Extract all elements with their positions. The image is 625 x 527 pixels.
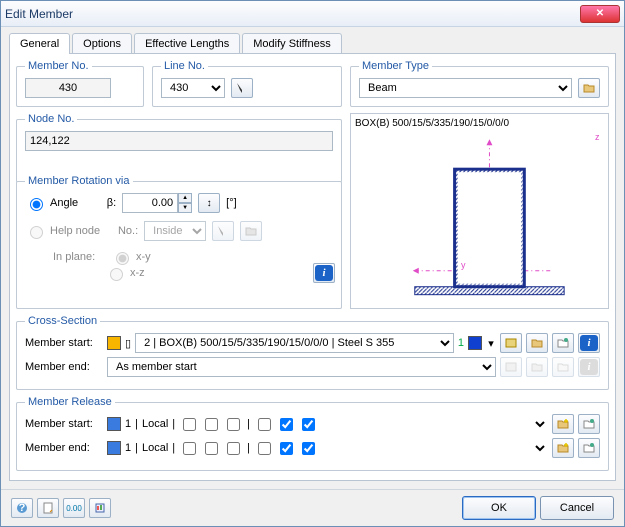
rel-start-local: Local <box>142 418 168 430</box>
group-member-type: Member Type Beam <box>350 60 609 107</box>
rel-start-select[interactable] <box>322 414 548 434</box>
beta-input[interactable] <box>122 193 178 213</box>
node-no-input[interactable] <box>25 131 333 151</box>
tab-strip: General Options Effective Lengths Modify… <box>1 27 624 54</box>
member-type-folder-button[interactable] <box>578 78 600 98</box>
rel-end-label: Member end: <box>25 442 103 454</box>
report-button[interactable] <box>89 498 111 518</box>
rel-end-checks-a <box>179 439 243 458</box>
rel-end-checks-b <box>254 439 318 458</box>
ok-button[interactable]: OK <box>462 496 536 520</box>
cross-section-preview: BOX(B) 500/15/5/335/190/15/0/0/0 z y <box>350 113 609 309</box>
beta-spin-up[interactable]: ▲ <box>178 193 192 203</box>
cs-end-info-button: i <box>578 357 600 377</box>
legend-rotation: Member Rotation via <box>25 175 133 187</box>
legend-line-no: Line No. <box>161 60 208 72</box>
rel-start-checks-a <box>179 415 243 434</box>
units-button[interactable]: 0.00 <box>63 498 85 518</box>
rel-start-label: Member start: <box>25 418 103 430</box>
cs-end-label: Member end: <box>25 361 103 373</box>
rel-start-edit-button[interactable] <box>578 414 600 434</box>
group-member-no: Member No. <box>16 60 144 107</box>
titlebar: Edit Member ✕ <box>1 1 624 27</box>
notes-button[interactable] <box>37 498 59 518</box>
tab-options[interactable]: Options <box>72 33 132 54</box>
cs-start-info-button[interactable]: i <box>578 333 600 353</box>
member-type-select[interactable]: Beam <box>359 78 572 98</box>
cs-start-library-button[interactable] <box>500 333 522 353</box>
cs-start-folder-button[interactable] <box>526 333 548 353</box>
group-member-rotation: Member Rotation via Angle β: ▲▼ ↕ [°] He… <box>16 175 342 309</box>
rotation-info-button[interactable]: i <box>313 263 335 283</box>
member-no-input[interactable] <box>25 78 111 98</box>
rel-end-edit-button[interactable] <box>578 438 600 458</box>
cs-start-shape-icon: ▯ <box>125 337 131 350</box>
cs-end-select[interactable]: As member start <box>107 357 496 377</box>
legend-release: Member Release <box>25 396 115 408</box>
info-icon: i <box>580 359 598 375</box>
pick-help-node-button <box>212 221 234 241</box>
cs-start-select[interactable]: 2 | BOX(B) 500/15/5/335/190/15/0/0/0 | S… <box>135 333 454 353</box>
help-node-radio[interactable]: Help node <box>25 223 100 239</box>
cs-start-color-swatch <box>107 336 121 350</box>
dropdown-icon[interactable]: ▾ <box>486 337 496 350</box>
plane-xy-radio: x-y <box>111 249 151 265</box>
tab-effective-lengths[interactable]: Effective Lengths <box>134 33 240 54</box>
tab-general[interactable]: General <box>9 33 70 54</box>
plane-xz-radio: x-z <box>105 265 145 281</box>
rel-end-swatch <box>107 441 121 455</box>
beta-unit: [°] <box>226 197 237 209</box>
cs-end-folder-button <box>526 357 548 377</box>
in-plane-label: In plane: <box>53 251 105 263</box>
group-member-release: Member Release Member start: 1 |Local| |… <box>16 396 609 471</box>
tab-modify-stiffness[interactable]: Modify Stiffness <box>242 33 341 54</box>
legend-member-no: Member No. <box>25 60 92 72</box>
group-line-no: Line No. 430 <box>152 60 342 107</box>
axis-z-label: z <box>595 132 600 142</box>
angle-radio[interactable]: Angle <box>25 195 78 211</box>
tab-panel-general: Member No. Line No. 430 Member Type Beam <box>9 53 616 481</box>
close-button[interactable]: ✕ <box>580 5 620 23</box>
section-drawing <box>355 129 604 299</box>
dialog-footer: ? 0.00 OK Cancel <box>1 489 624 526</box>
window-title: Edit Member <box>5 7 580 21</box>
cs-end-library-button <box>500 357 522 377</box>
info-icon: i <box>315 265 333 281</box>
line-no-select[interactable]: 430 <box>161 78 225 98</box>
cs-start-material-swatch <box>468 336 482 350</box>
group-cross-section: Cross-Section Member start: ▯ 2 | BOX(B)… <box>16 315 609 390</box>
help-button[interactable]: ? <box>11 498 33 518</box>
pick-line-button[interactable] <box>231 78 253 98</box>
beta-step-button[interactable]: ↕ <box>198 193 220 213</box>
cs-start-label: Member start: <box>25 337 103 349</box>
cs-end-edit-button <box>552 357 574 377</box>
edit-member-dialog: Edit Member ✕ General Options Effective … <box>0 0 625 527</box>
axis-y-label: y <box>461 260 466 270</box>
rel-start-new-button[interactable] <box>552 414 574 434</box>
rel-end-select[interactable] <box>322 438 548 458</box>
rel-start-swatch <box>107 417 121 431</box>
rel-start-checks-b <box>254 415 318 434</box>
rel-end-local: Local <box>142 442 168 454</box>
cs-start-sw-num: 1 <box>458 337 464 349</box>
rel-end-new-button[interactable] <box>552 438 574 458</box>
legend-member-type: Member Type <box>359 60 432 72</box>
help-node-select: Inside <box>144 221 206 241</box>
rel-end-num: 1 <box>125 442 131 454</box>
legend-cross-section: Cross-Section <box>25 315 100 327</box>
info-icon: i <box>580 335 598 351</box>
cs-start-edit-button[interactable] <box>552 333 574 353</box>
rel-start-num: 1 <box>125 418 131 430</box>
beta-label: β: <box>84 197 116 209</box>
help-no-label: No.: <box>106 225 138 237</box>
beta-spin-down[interactable]: ▼ <box>178 203 192 213</box>
svg-text:?: ? <box>19 502 26 514</box>
cancel-button[interactable]: Cancel <box>540 496 614 520</box>
preview-caption: BOX(B) 500/15/5/335/190/15/0/0/0 <box>355 118 604 129</box>
help-node-folder-button <box>240 221 262 241</box>
legend-node-no: Node No. <box>25 113 77 125</box>
